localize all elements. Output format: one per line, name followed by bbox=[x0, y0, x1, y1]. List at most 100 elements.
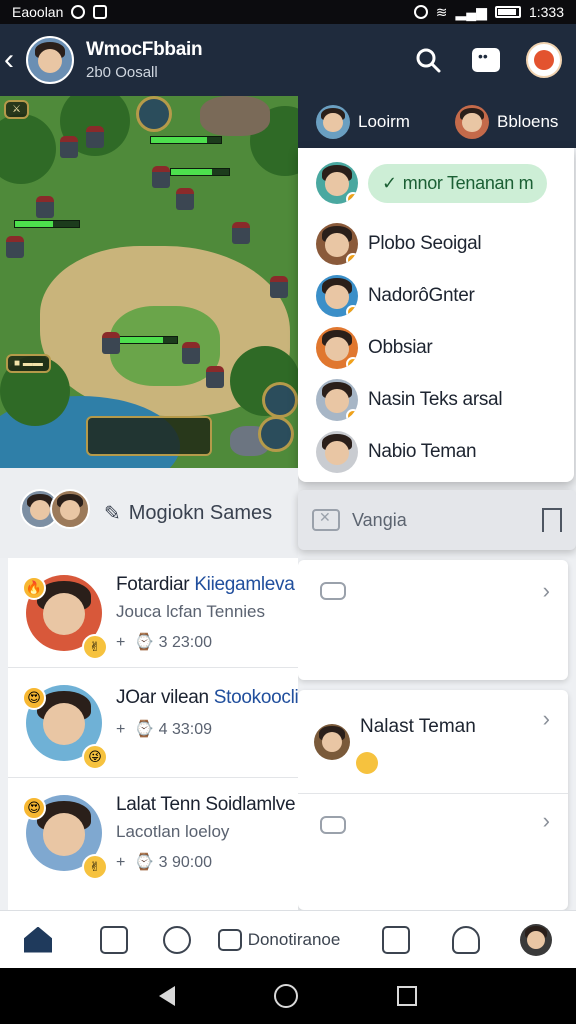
suggestion-label: Mogiokn Sames bbox=[128, 501, 273, 524]
person-icon bbox=[452, 925, 480, 954]
list-item[interactable]: 🔥 ✌ Fotardiar Kiiegamleva Jouca lcfan Te… bbox=[8, 558, 298, 668]
item-subtitle: Lacotlan loeloy bbox=[116, 822, 230, 841]
suggestion-row[interactable]: ✎ Mogiokn Sames bbox=[0, 468, 298, 558]
text-box-icon bbox=[382, 925, 410, 954]
emoji-icon: 😜 bbox=[82, 744, 108, 770]
home-icon bbox=[24, 926, 52, 953]
list-item[interactable]: 😍 ✌ Lalat Tenn Soidlamlve Lacotlan loelo… bbox=[8, 778, 298, 888]
nav-compose[interactable] bbox=[76, 911, 152, 968]
avatar-pair bbox=[20, 489, 90, 537]
search-icon bbox=[416, 48, 441, 73]
heart-eyes-icon: 😍 bbox=[22, 796, 46, 820]
alarm-icon bbox=[413, 5, 428, 19]
account-avatar bbox=[520, 923, 552, 956]
header-title: WmocFbbain bbox=[86, 39, 203, 60]
back-icon[interactable] bbox=[159, 986, 176, 1006]
tab-label: Looirm bbox=[358, 112, 410, 131]
pencil-icon: ✎ bbox=[104, 502, 121, 525]
nav-label: Donotiranoe bbox=[247, 929, 341, 949]
header-avatar[interactable] bbox=[26, 36, 74, 84]
nav-chat[interactable] bbox=[152, 911, 202, 968]
tab-looirm[interactable]: Looirm bbox=[298, 105, 437, 139]
item-subtitle: Jouca lcfan Tennies bbox=[116, 601, 266, 621]
highlighted-friend-row[interactable]: ✓ mnor Tenanan m bbox=[298, 148, 574, 218]
speech-icon bbox=[320, 816, 346, 834]
friend-row[interactable]: Nasin Teks arsal bbox=[298, 374, 574, 426]
highlight-bubble[interactable]: ✓ mnor Tenanan m bbox=[368, 163, 548, 203]
recents-icon[interactable] bbox=[396, 986, 417, 1006]
friend-row[interactable]: Nabio Teman bbox=[298, 426, 574, 478]
clock: 1:333 bbox=[528, 4, 564, 20]
profile-sticker-button[interactable] bbox=[526, 42, 562, 78]
right-card-list: Nalast Teman › › bbox=[298, 690, 568, 910]
right-card[interactable]: › bbox=[298, 560, 568, 680]
fruit-icon bbox=[534, 50, 554, 70]
system-nav-bar bbox=[0, 968, 576, 1024]
nav-profile[interactable] bbox=[436, 911, 496, 968]
friend-avatar bbox=[316, 379, 358, 421]
friend-row[interactable]: Plobo Seoigal bbox=[298, 218, 574, 270]
item-meta: + ⌚ 4 33:09 bbox=[116, 720, 212, 738]
chat-box-icon bbox=[472, 48, 500, 72]
feed-list: 🔥 ✌ Fotardiar Kiiegamleva Jouca lcfan Te… bbox=[8, 558, 299, 910]
image-off-icon bbox=[312, 509, 340, 531]
wifi-icon: ≋ bbox=[435, 3, 448, 20]
nav-donotiranoe[interactable]: Donotiranoe bbox=[202, 911, 356, 968]
game-screenshot[interactable]: ⚔ ■ ▬▬ bbox=[0, 96, 298, 468]
vangia-bar[interactable]: Vangia bbox=[298, 490, 576, 550]
app-screen: Eaoolan ≋ ▂▄▆ 1:333 ‹ WmocFbbain 2b0 Oos… bbox=[0, 0, 576, 1024]
emoji-icon bbox=[356, 752, 378, 774]
friend-avatar bbox=[316, 431, 358, 473]
friend-name: NadorôGnter bbox=[368, 285, 475, 306]
check-icon: ✓ bbox=[382, 172, 397, 193]
right-card-row[interactable]: › bbox=[298, 794, 568, 910]
friends-popup: ✓ mnor Tenanan m Plobo Seoigal NadorôGnte… bbox=[298, 148, 574, 482]
messages-button[interactable] bbox=[468, 42, 504, 78]
flame-icon: 🔥 bbox=[22, 576, 46, 600]
item-name: JOar vilean Stookoocli bbox=[116, 686, 299, 708]
friend-name: Obbsiar bbox=[368, 337, 433, 358]
contact-tabs: Looirm Bbloens bbox=[298, 96, 576, 148]
tab-label: Bbloens bbox=[497, 112, 559, 131]
nav-home[interactable] bbox=[0, 911, 76, 968]
bookmark-icon[interactable] bbox=[542, 508, 562, 532]
friend-name: Plobo Seoigal bbox=[368, 233, 482, 254]
nav-account[interactable] bbox=[496, 911, 576, 968]
app-notification-icon bbox=[93, 5, 108, 19]
header-subtitle: 2b0 Oosall bbox=[86, 64, 158, 81]
list-item[interactable]: 😍 😜 JOar vilean Stookoocli + ⌚ 4 33:09 bbox=[8, 668, 299, 778]
notification-icon bbox=[71, 5, 86, 19]
chevron-right-icon: › bbox=[542, 808, 550, 833]
item-meta: + ⌚ 3 90:00 bbox=[116, 854, 212, 871]
friend-avatar bbox=[316, 275, 358, 317]
right-card-name: Nalast Teman bbox=[360, 715, 476, 737]
avatar bbox=[50, 489, 90, 529]
tab-avatar bbox=[455, 105, 489, 139]
friend-name: Nasin Teks arsal bbox=[368, 389, 503, 410]
tab-bbloens[interactable]: Bbloens bbox=[437, 105, 576, 139]
copy-icon bbox=[217, 928, 242, 951]
friend-row[interactable]: NadorôGnter bbox=[298, 270, 574, 322]
vangia-label: Vangia bbox=[352, 509, 407, 530]
friend-row[interactable]: Obbsiar bbox=[298, 322, 574, 374]
item-name: Fotardiar Kiiegamleva bbox=[116, 573, 295, 595]
speech-icon bbox=[320, 582, 346, 600]
compose-icon bbox=[100, 925, 128, 954]
search-button[interactable] bbox=[410, 42, 446, 78]
emoji-icon: ✌ bbox=[82, 854, 108, 880]
chat-header: ‹ WmocFbbain 2b0 Oosall bbox=[0, 24, 576, 96]
carrier-label: Eaoolan bbox=[12, 4, 64, 20]
friend-avatar bbox=[316, 327, 358, 369]
signal-icon: ▂▄▆ bbox=[455, 3, 487, 20]
item-meta: + ⌚ 3 23:00 bbox=[116, 633, 212, 651]
battery-icon bbox=[494, 6, 521, 18]
right-card-row[interactable]: Nalast Teman › bbox=[298, 690, 568, 794]
home-circle-icon[interactable] bbox=[273, 984, 298, 1008]
friend-avatar bbox=[316, 162, 358, 204]
chat-bubble-icon bbox=[163, 925, 191, 954]
back-arrow-icon[interactable]: ‹ bbox=[4, 45, 26, 75]
emoji-icon: ✌ bbox=[82, 634, 108, 660]
chevron-right-icon: › bbox=[542, 578, 550, 603]
nav-text[interactable] bbox=[356, 911, 436, 968]
avatar bbox=[314, 723, 350, 760]
